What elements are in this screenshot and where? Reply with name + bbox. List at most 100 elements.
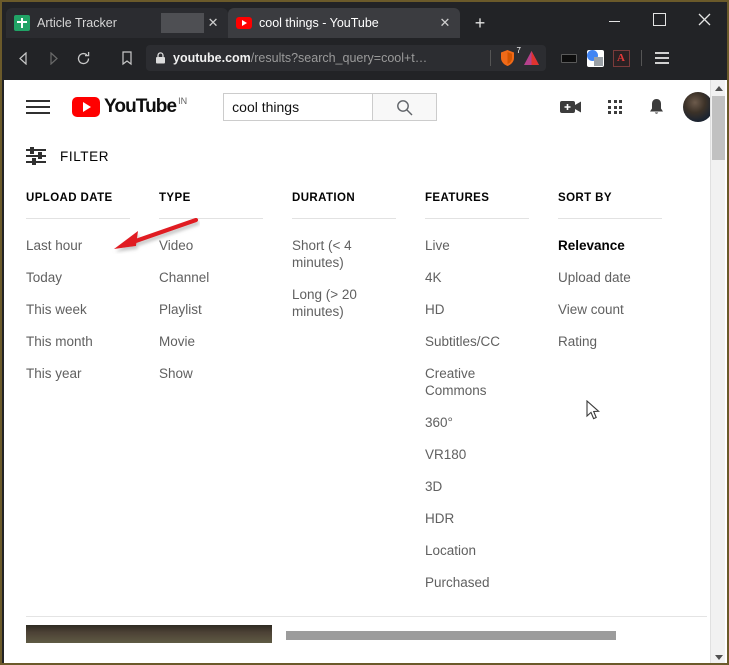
filter-option-location[interactable]: Location [425,542,521,559]
window-controls [592,2,727,36]
youtube-masthead: YouTube IN [4,80,727,134]
search-input[interactable] [223,93,374,121]
extension-icons: A [556,45,675,71]
reload-button-icon[interactable] [68,43,98,73]
filter-option-upload-date[interactable]: Upload date [558,269,654,286]
filter-option-video[interactable]: Video [159,237,255,254]
search-button[interactable] [373,93,438,121]
dark-reader-extension-icon[interactable] [556,45,582,71]
filter-option-today[interactable]: Today [26,269,122,286]
tab-close-icon[interactable]: ✕ [436,14,454,32]
bookmark-button-icon[interactable] [112,43,142,73]
filter-option-subtitles-cc[interactable]: Subtitles/CC [425,333,521,350]
filter-option-4k[interactable]: 4K [425,269,521,286]
page-scrollbar[interactable] [710,80,726,663]
back-button-icon[interactable] [8,43,38,73]
forward-button-icon[interactable] [38,43,68,73]
filter-button-label[interactable]: FILTER [60,149,109,164]
filter-option-long[interactable]: Long (> 20 minutes) [292,286,388,320]
apps-grid-icon[interactable] [608,100,622,114]
filter-option-360[interactable]: 360° [425,414,521,431]
filter-column-header: TYPE [159,192,191,204]
video-thumbnail[interactable] [26,625,272,643]
filter-option-channel[interactable]: Channel [159,269,255,286]
adobe-acrobat-extension-icon[interactable]: A [608,45,634,71]
filter-option-this-month[interactable]: This month [26,333,122,350]
filter-column-header: DURATION [292,192,356,204]
filter-column-type: TYPE Video Channel Playlist Movie Show [159,192,292,606]
brave-shield-icon[interactable]: 7 [499,46,521,67]
navigation-toolbar: youtube.com/results?search_query=cool+t…… [2,38,727,78]
url-path: /results?search_query=cool+t… [250,51,428,65]
scroll-up-arrow-icon[interactable] [711,80,726,96]
filter-column-duration: DURATION Short (< 4 minutes) Long (> 20 … [292,192,425,606]
filter-option-creative-commons[interactable]: Creative Commons [425,365,521,399]
address-bar-text: youtube.com/results?search_query=cool+t… [173,51,427,65]
filter-option-short[interactable]: Short (< 4 minutes) [292,237,388,271]
browser-menu-icon[interactable] [649,45,675,71]
column-divider [558,218,662,219]
scrollbar-thumb[interactable] [712,96,725,160]
browser-tab-article-tracker[interactable]: Article Tracker ✕ [6,8,228,38]
filter-option-movie[interactable]: Movie [159,333,255,350]
filter-option-rating[interactable]: Rating [558,333,654,350]
youtube-country-code: IN [178,96,188,106]
filter-column-header: SORT BY [558,192,612,204]
column-divider [26,218,130,219]
tune-filter-icon [26,147,46,165]
filter-option-3d[interactable]: 3D [425,478,521,495]
google-translate-extension-icon[interactable] [582,45,608,71]
shield-block-count: 7 [516,46,521,55]
address-bar-divider [490,50,491,66]
triangle-extension-icon[interactable] [523,50,540,66]
masthead-buttons [560,98,665,117]
filter-column-header: FEATURES [425,192,490,204]
filter-option-this-week[interactable]: This week [26,301,122,318]
column-divider [159,218,263,219]
browser-tab-cool-things-youtube[interactable]: cool things - YouTube ✕ [228,8,460,38]
tab-title: Article Tracker [37,16,117,30]
filter-option-show[interactable]: Show [159,365,255,382]
filter-option-relevance[interactable]: Relevance [558,237,654,254]
lock-icon [155,52,166,64]
column-divider [425,218,529,219]
user-avatar[interactable] [683,92,713,122]
notifications-bell-icon[interactable] [648,98,665,117]
filter-button-row: FILTER [4,134,727,174]
filter-option-this-year[interactable]: This year [26,365,122,382]
video-title-partial [286,625,707,643]
browser-window: Article Tracker ✕ cool things - YouTube … [0,0,729,665]
guide-menu-icon[interactable] [26,100,50,114]
youtube-play-icon [72,97,100,117]
mouse-cursor [586,400,600,420]
youtube-favicon-icon [236,15,252,31]
maximize-button[interactable] [637,2,682,36]
filter-option-hdr[interactable]: HDR [425,510,521,527]
google-sheets-favicon-icon [14,15,30,31]
filter-option-hd[interactable]: HD [425,301,521,318]
search-filter-panel: UPLOAD DATE Last hour Today This week Th… [4,174,727,606]
tab-title-redaction [161,13,205,33]
filter-option-last-hour[interactable]: Last hour [26,237,122,254]
url-host: youtube.com [173,51,251,65]
new-tab-button[interactable]: + [466,9,494,37]
scroll-down-arrow-icon[interactable] [711,649,726,663]
tab-strip: Article Tracker ✕ cool things - YouTube … [2,2,727,38]
filter-option-vr180[interactable]: VR180 [425,446,521,463]
minimize-button[interactable] [592,2,637,36]
create-video-icon[interactable] [560,99,582,115]
page-viewport: YouTube IN cool things FILTER UPLOAD DAT… [4,80,727,663]
toolbar-divider [641,50,642,66]
filter-option-playlist[interactable]: Playlist [159,301,255,318]
filter-column-sort-by: SORT BY Relevance Upload date View count… [558,192,678,606]
address-bar[interactable]: youtube.com/results?search_query=cool+t…… [146,45,546,71]
tab-close-icon[interactable]: ✕ [204,14,222,32]
filter-option-purchased[interactable]: Purchased [425,574,521,591]
search-result-partial[interactable] [4,617,727,643]
tab-title: cool things - YouTube [259,16,379,30]
filter-option-view-count[interactable]: View count [558,301,654,318]
close-window-button[interactable] [682,2,727,36]
search-form [223,93,438,121]
filter-option-live[interactable]: Live [425,237,521,254]
youtube-logo[interactable]: YouTube IN [72,96,188,117]
